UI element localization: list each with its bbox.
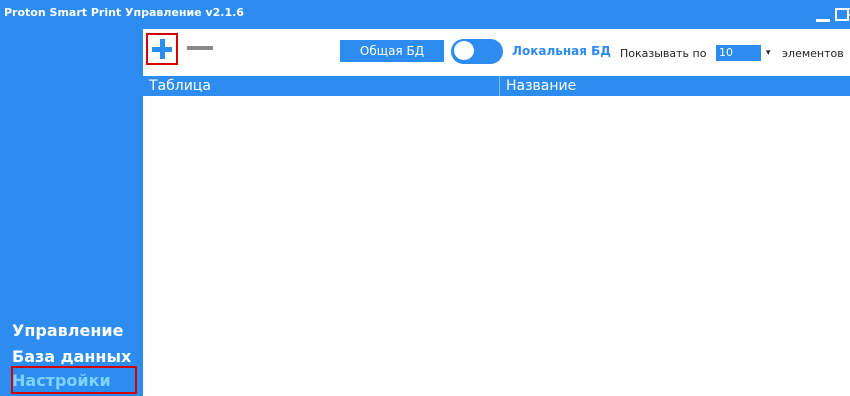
items-label: элементов: [782, 47, 844, 60]
page-size-select[interactable]: 10: [716, 45, 761, 61]
add-button[interactable]: [146, 33, 178, 65]
minus-icon[interactable]: [187, 46, 213, 50]
dropdown-arrow-icon[interactable]: ▾: [766, 45, 771, 61]
local-db-label[interactable]: Локальная БД: [512, 44, 611, 58]
shared-db-button[interactable]: Общая БД: [340, 40, 444, 62]
show-per-label: Показывать по: [620, 47, 707, 60]
table-header: Таблица Название: [143, 76, 850, 96]
window-title: Proton Smart Print Управление v2.1.6: [4, 6, 244, 19]
settings-highlight-box: [11, 366, 137, 394]
db-toggle[interactable]: [451, 39, 503, 64]
sidebar-item-management[interactable]: Управление: [12, 321, 123, 341]
column-divider[interactable]: [499, 76, 500, 96]
table-body: [143, 96, 850, 396]
toggle-knob: [454, 41, 474, 60]
column-header-name[interactable]: Название: [506, 76, 576, 96]
sidebar-item-database[interactable]: База данных: [12, 347, 131, 367]
minimize-icon[interactable]: [816, 19, 830, 22]
column-header-table[interactable]: Таблица: [149, 76, 211, 96]
title-bar: Proton Smart Print Управление v2.1.6 ✕: [0, 0, 850, 29]
